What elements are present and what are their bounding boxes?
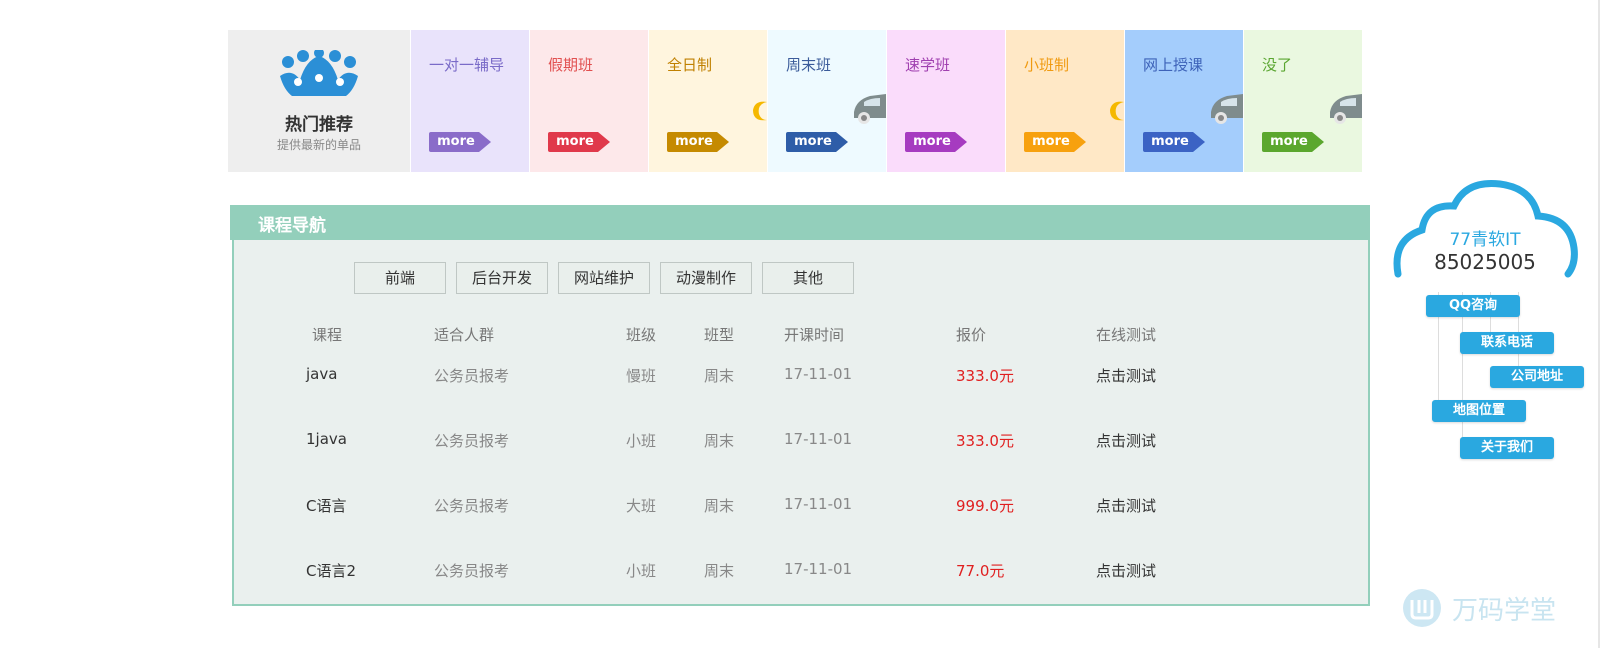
hot-card-label[interactable]: 周末班 (786, 54, 831, 75)
hot-card-label[interactable]: 没了 (1262, 54, 1292, 75)
column-header-date: 开课时间 (784, 326, 845, 344)
map-location-button[interactable]: 地图位置 (1432, 400, 1526, 422)
more-button-label: more (437, 134, 475, 149)
hot-recommend-title: 热门推荐 (285, 115, 353, 135)
cell-date: 17-11-01 (784, 430, 853, 448)
wm-logo-icon (1403, 589, 1441, 627)
about-us-button[interactable]: 关于我们 (1460, 437, 1554, 459)
column-header-type: 班型 (704, 326, 735, 344)
car-icon (1211, 94, 1243, 124)
course-nav-body: 前端 后台开发 网站维护 动漫制作 其他 课程 适合人群 班级 班型 开课时间 报价 在线测试 jav… (232, 240, 1370, 606)
more-button-label: more (556, 134, 594, 149)
car-icon (854, 94, 886, 124)
more-button[interactable]: more (786, 132, 848, 152)
more-button-label: more (794, 134, 832, 149)
contact-phone-button[interactable]: 联系电话 (1460, 332, 1554, 354)
cell-course: C语言2 (306, 562, 357, 580)
hot-card[interactable]: 一对一辅导 more (411, 30, 529, 172)
course-table: 课程 适合人群 班级 班型 开课时间 报价 在线测试 java 公务员报考 慢班 周末 17-11-0… (234, 240, 1368, 604)
hot-card[interactable]: 没了 more (1244, 30, 1362, 172)
hot-card[interactable]: 网上授课 more (1125, 30, 1243, 172)
column-header-course: 课程 (312, 326, 343, 344)
cell-type: 周末 (704, 432, 735, 450)
hot-card[interactable]: 周末班 more (768, 30, 886, 172)
cell-price: 77.0元 (956, 562, 1005, 580)
crescent-icon (753, 101, 767, 121)
cell-crowd: 公务员报考 (434, 497, 510, 515)
hot-card-label[interactable]: 全日制 (667, 54, 712, 75)
column-header-test: 在线测试 (1096, 326, 1157, 344)
crescent-icon (1110, 101, 1124, 121)
hot-card-label[interactable]: 一对一辅导 (429, 54, 504, 75)
more-button-label: more (675, 134, 713, 149)
car-icon (1330, 94, 1362, 124)
hot-card[interactable]: 假期班 more (530, 30, 648, 172)
cell-price: 333.0元 (956, 367, 1014, 385)
cell-type: 周末 (704, 497, 735, 515)
cell-date: 17-11-01 (784, 495, 853, 513)
column-header-level: 班级 (626, 326, 657, 344)
more-button[interactable]: more (905, 132, 967, 152)
more-button[interactable]: more (548, 132, 610, 152)
cell-level: 小班 (626, 562, 657, 580)
more-button-label: more (1032, 134, 1070, 149)
hot-card-label[interactable]: 假期班 (548, 54, 593, 75)
cell-price: 999.0元 (956, 497, 1014, 515)
hot-recommend-header: 热门推荐 提供最新的单品 (228, 30, 410, 172)
brand-watermark-text: 万码学堂 (1452, 596, 1557, 626)
cell-level: 小班 (626, 432, 657, 450)
qq-consult-button[interactable]: QQ咨询 (1426, 295, 1520, 317)
column-header-crowd: 适合人群 (434, 326, 495, 344)
cell-crowd: 公务员报考 (434, 367, 510, 385)
test-link[interactable]: 点击测试 (1096, 495, 1156, 516)
more-button[interactable]: more (1143, 132, 1205, 152)
more-button-label: more (1270, 134, 1308, 149)
hot-card[interactable]: 小班制 more (1006, 30, 1124, 172)
crown-icon (280, 50, 358, 96)
more-button[interactable]: more (667, 132, 729, 152)
cell-level: 大班 (626, 497, 657, 515)
column-header-price: 报价 (956, 326, 987, 344)
cell-crowd: 公务员报考 (434, 432, 510, 450)
course-nav-header: 课程导航 (230, 205, 1370, 240)
more-button[interactable]: more (1024, 132, 1086, 152)
company-name: 77青软IT (1449, 230, 1521, 250)
cell-date: 17-11-01 (784, 560, 853, 578)
cell-course: C语言 (306, 497, 347, 515)
hot-recommend-strip: 热门推荐 提供最新的单品 一对一辅导 more 假期班 more 全日制 more 周末班 m… (228, 30, 1366, 172)
hot-card-label[interactable]: 速学班 (905, 54, 950, 75)
hot-card-label[interactable]: 网上授课 (1143, 54, 1203, 75)
cell-type: 周末 (704, 367, 735, 385)
cell-type: 周末 (704, 562, 735, 580)
more-button[interactable]: more (429, 132, 491, 152)
hot-recommend-subtitle: 提供最新的单品 (276, 138, 361, 152)
test-link[interactable]: 点击测试 (1096, 430, 1156, 451)
more-button-label: more (913, 134, 951, 149)
hot-card[interactable]: 速学班 more (887, 30, 1005, 172)
more-button-label: more (1151, 134, 1189, 149)
cell-course: 1java (306, 430, 347, 448)
course-nav-title: 课程导航 (258, 216, 326, 236)
cell-price: 333.0元 (956, 432, 1014, 450)
company-phone: 85025005 (1434, 250, 1536, 274)
test-link[interactable]: 点击测试 (1096, 365, 1156, 386)
hot-card[interactable]: 全日制 more (649, 30, 767, 172)
more-button[interactable]: more (1262, 132, 1324, 152)
hot-card-label[interactable]: 小班制 (1024, 54, 1069, 75)
cell-level: 慢班 (626, 367, 657, 385)
cell-crowd: 公务员报考 (434, 562, 510, 580)
cell-course: java (306, 365, 338, 383)
company-address-button[interactable]: 公司地址 (1490, 366, 1584, 388)
test-link[interactable]: 点击测试 (1096, 560, 1156, 581)
course-navigation-panel: 课程导航 前端 后台开发 网站维护 动漫制作 其他 课程 适合人群 班级 班型 开课时间 报价 在线… (230, 205, 1370, 607)
cell-date: 17-11-01 (784, 365, 853, 383)
